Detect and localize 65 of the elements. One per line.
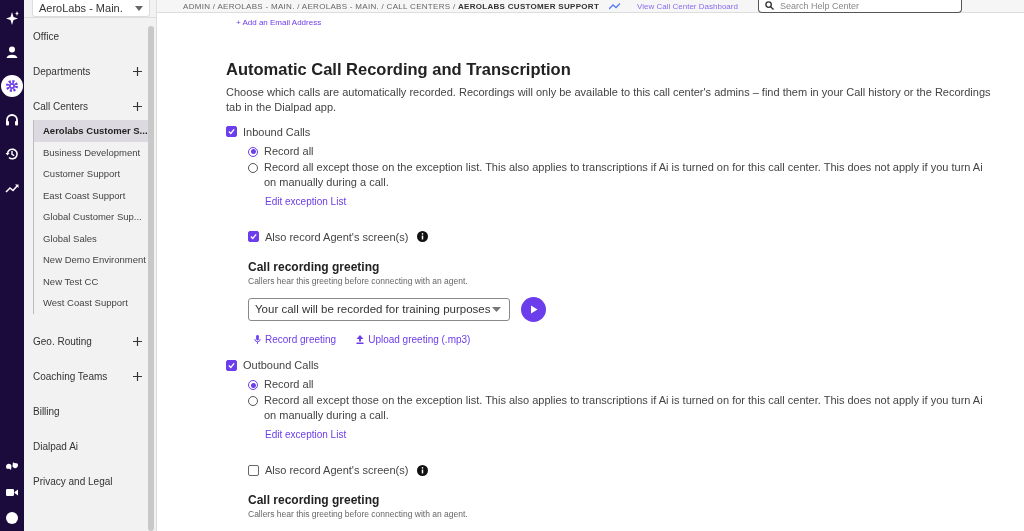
play-button[interactable] — [521, 296, 546, 322]
sidebar-section[interactable]: Coaching Teams — [33, 371, 108, 382]
sidebar-item[interactable]: Customer Support — [34, 163, 148, 185]
greeting-subtitle: Callers hear this greeting before connecting with an agent. — [248, 509, 469, 519]
checkbox[interactable] — [226, 126, 237, 137]
sidebar-section[interactable]: Geo. Routing — [33, 336, 92, 347]
dashboard-link[interactable]: View Call Center Dashboard — [637, 1, 738, 11]
edit-exception-link[interactable]: Edit exception List — [265, 195, 347, 207]
record-greeting-link[interactable]: Record greeting — [254, 333, 337, 345]
sidebar-item[interactable]: Business Development — [34, 141, 148, 163]
greeting-dropdown[interactable]: Your call will be recorded for training purposes — [248, 297, 510, 321]
sparkle-icon[interactable] — [5, 11, 19, 25]
sidebar-item[interactable]: East Coast Support — [34, 184, 148, 206]
account-dropdown[interactable]: AeroLabs - Main. — [32, 0, 150, 17]
upload-icon — [356, 334, 365, 344]
greeting-title: Call recording greeting — [248, 259, 381, 274]
checkbox-label: Also record Agent's screen(s) — [265, 230, 409, 243]
checkbox-label: Outbound Calls — [243, 359, 319, 371]
checkbox-label: Inbound Calls — [243, 125, 311, 138]
add-icon[interactable] — [132, 66, 142, 76]
sidebar-section[interactable]: Departments — [33, 65, 91, 77]
add-icon[interactable] — [132, 337, 142, 346]
history-icon[interactable] — [5, 147, 19, 161]
checkbox[interactable] — [226, 359, 237, 371]
description: Choose which calls are automatically recorded. Recordings will only be available to this call center's admins – find them in your Call history or the Recordings tab in the Dialpad app. — [226, 85, 992, 115]
radio-label: Record all — [264, 377, 314, 392]
radio-label: Record all except those on the exception list. This also applies to transcriptions if Ai is turned on for this call center. This does not apply if you turn Ai on manually during a call. — [264, 159, 984, 190]
search-icon — [764, 1, 774, 10]
breadcrumb: ADMIN / AEROLABS - MAIN. / AEROLABS - MAIN. / CALL CENTERS / AEROLABS CUSTOMER SUPPORT — [183, 1, 600, 11]
sidebar-item[interactable]: New Demo Environment — [34, 249, 148, 271]
sidebar-section[interactable]: Dialpad Ai — [33, 441, 79, 452]
sidebar-section[interactable]: Billing — [33, 406, 60, 417]
add-email-link[interactable]: + Add an Email Address — [236, 18, 322, 27]
person-icon[interactable] — [5, 45, 19, 59]
sidebar-section[interactable]: Privacy and Legal — [33, 476, 113, 487]
section-title: Automatic Call Recording and Transcription — [226, 60, 572, 79]
edit-exception-link[interactable]: Edit exception List — [265, 429, 347, 440]
add-icon[interactable] — [132, 101, 142, 111]
checkbox[interactable] — [248, 464, 259, 476]
sidebar-item[interactable]: New Test CC — [34, 270, 148, 292]
sidebar-item[interactable]: West Coast Support — [34, 292, 148, 314]
sidebar-section[interactable]: Office — [33, 30, 59, 42]
microphone-icon — [254, 334, 261, 344]
trend-icon — [609, 2, 622, 10]
radio-label: Record all — [264, 143, 314, 159]
upload-greeting-link[interactable]: Upload greeting (.mp3) — [356, 333, 471, 345]
sidebar-item[interactable]: Global Customer Sup... — [34, 206, 148, 228]
info-icon[interactable] — [417, 464, 429, 476]
radio-label: Record all except those on the exception list. This also applies to transcriptions if Ai is turned on for this call center. This does not apply if you turn Ai on manually during a call. — [264, 393, 984, 423]
headset-icon[interactable] — [5, 113, 19, 127]
sidebar-item[interactable]: Aerolabs Customer S... — [34, 120, 148, 142]
sidebar-section[interactable]: Call Centers — [33, 100, 89, 112]
greeting-title: Call recording greeting — [248, 493, 381, 507]
search-field[interactable]: Search Help Center — [757, 0, 962, 13]
checkbox-label: Also record Agent's screen(s) — [265, 464, 409, 476]
info-icon[interactable] — [417, 231, 429, 242]
caret-icon — [492, 306, 501, 312]
logo-icon[interactable] — [5, 459, 19, 473]
sidebar-item[interactable]: Global Sales — [34, 227, 148, 249]
add-icon[interactable] — [132, 372, 142, 381]
play-icon — [529, 304, 538, 314]
checkbox[interactable] — [248, 231, 259, 242]
gear-icon[interactable] — [5, 79, 19, 93]
caret-icon — [135, 5, 143, 11]
greeting-subtitle: Callers hear this greeting before connecting with an agent. — [248, 275, 469, 286]
